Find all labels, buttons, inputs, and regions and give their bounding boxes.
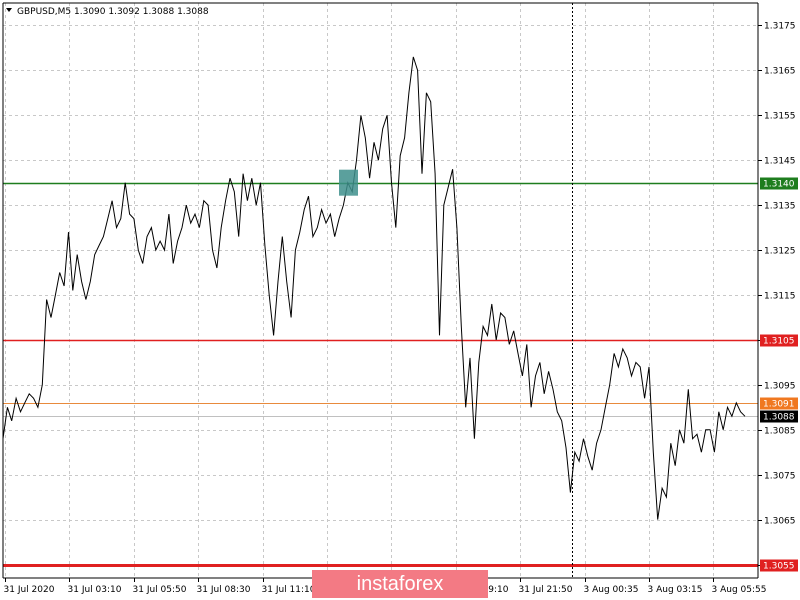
y-tick-label: 1.3095 (764, 382, 796, 392)
watermark-text: instaforex (357, 573, 444, 595)
x-tick-label: 3 Aug 03:15 (648, 585, 703, 595)
x-tick-label: 31 Jul 11:10 (262, 585, 316, 595)
y-tick-label: 1.3165 (764, 67, 796, 77)
current-price-label: 1.3088 (763, 413, 795, 423)
level-tag-label: 1.3055 (763, 562, 795, 572)
y-tick-label: 1.3085 (764, 427, 796, 437)
y-tick-label: 1.3145 (764, 157, 796, 167)
y-tick-label: 1.3125 (764, 247, 796, 257)
y-tick-label: 1.3155 (764, 112, 796, 122)
y-tick-label: 1.3135 (764, 202, 796, 212)
x-tick-label: 31 Jul 05:50 (133, 585, 187, 595)
entry-marker (339, 169, 358, 196)
x-tick-label: 31 Jul 21:50 (519, 585, 573, 595)
x-tick-label: 31 Jul 2020 (4, 585, 55, 595)
level-tag-label: 1.3140 (763, 180, 795, 190)
y-tick-label: 1.3065 (764, 517, 796, 527)
level-tag-label: 1.3105 (763, 337, 795, 347)
y-tick-label: 1.3115 (764, 292, 796, 302)
x-tick-label: 3 Aug 05:55 (712, 585, 767, 595)
watermark: instaforex (312, 570, 488, 598)
price-chart: 1.3175 1.3165 1.3155 1.3145 1.3135 1.3125 1.31… (0, 0, 800, 600)
chart-header: GBPUSD,M5 1.3090 1.3092 1.3088 1.3088 (17, 7, 209, 17)
x-tick-label: 31 Jul 08:30 (197, 585, 251, 595)
level-tag-label: 1.3091 (763, 400, 795, 410)
x-tick-label: 3 Aug 00:35 (584, 585, 639, 595)
y-tick-label: 1.3175 (764, 22, 796, 32)
y-tick-label: 1.3075 (764, 472, 796, 482)
x-tick-label: 31 Jul 03:10 (68, 585, 122, 595)
chart-background (0, 0, 800, 600)
